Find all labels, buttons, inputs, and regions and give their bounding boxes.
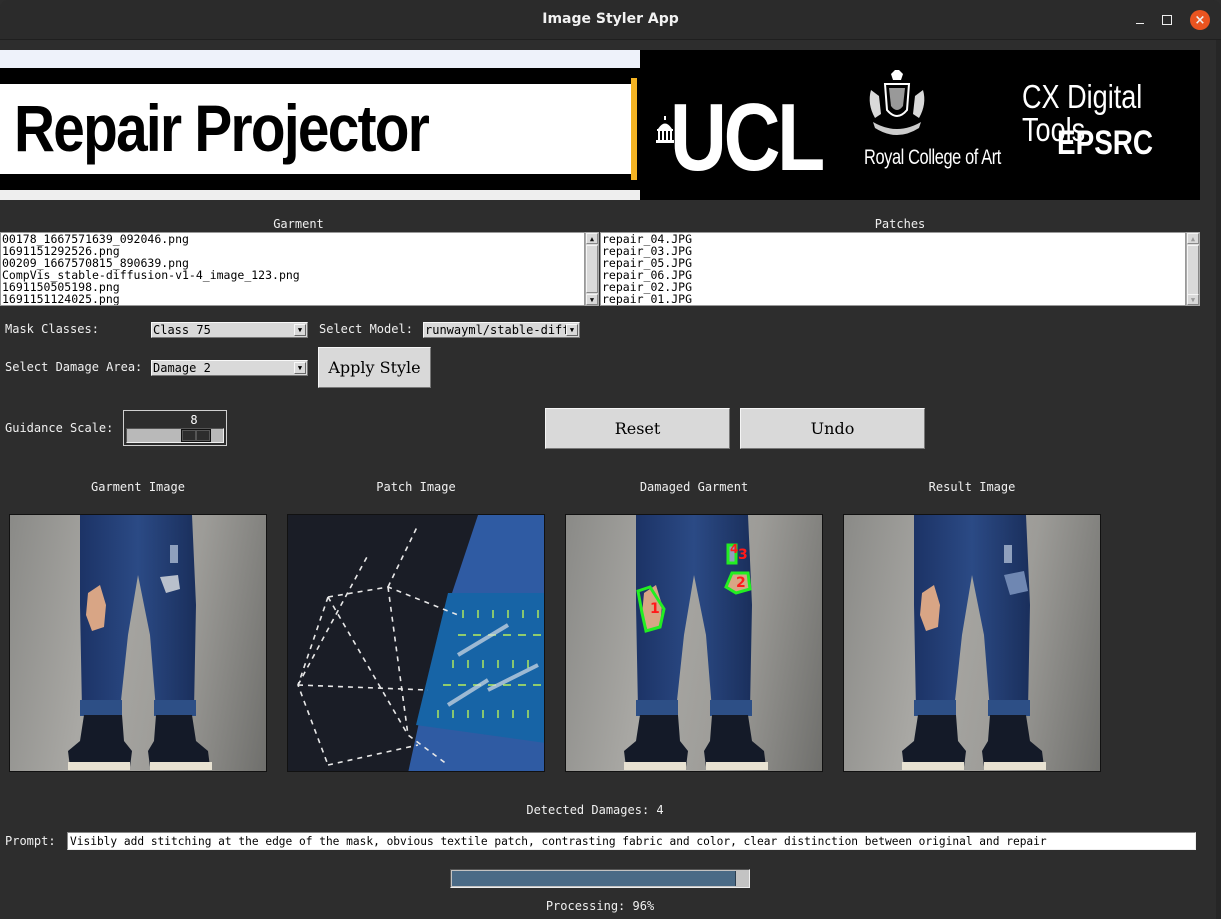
rca-logo-text: Royal College of Art (864, 146, 1001, 169)
list-item[interactable]: 1691151124025.png (1, 293, 584, 305)
scroll-down-arrow-icon[interactable]: ▼ (586, 294, 598, 305)
progress-fill (452, 871, 736, 886)
header-banner: Repair Projector UCL Royal College of Ar… (0, 50, 1200, 200)
banner-title: Repair Projector (14, 91, 430, 165)
processing-status-text: Processing: 96% (545, 899, 655, 913)
detected-damages-text: Detected Damages: 4 (526, 803, 664, 817)
window-titlebar: Image Styler App × (0, 0, 1221, 40)
list-item[interactable]: repair_01.JPG (601, 293, 1185, 305)
scroll-thumb[interactable] (586, 245, 598, 293)
damage-area-label: Select Damage Area: (5, 360, 143, 374)
result-image-label: Result Image (928, 480, 1016, 494)
banner-top-strip (0, 50, 640, 68)
patches-list-header: Patches (874, 217, 926, 231)
prompt-label: Prompt: (5, 834, 56, 848)
mask-classes-label: Mask Classes: (5, 322, 99, 336)
patch-image-label: Patch Image (376, 480, 456, 494)
undo-button[interactable]: Undo (740, 408, 925, 449)
processing-progress-bar (450, 869, 750, 888)
damage-marker-1: 1 (650, 601, 660, 617)
patch-illustration (288, 515, 544, 771)
window-title: Image Styler App (542, 11, 679, 27)
garment-listbox[interactable]: 00178_1667571639_092046.png 1691151292526… (0, 232, 585, 306)
chevron-down-icon[interactable]: ▼ (294, 324, 306, 336)
garment-list-scrollbar[interactable]: ▲ ▼ (585, 232, 599, 306)
banner-bottom-strip (0, 190, 640, 200)
damage-area-select[interactable]: Damage 2 ▼ (151, 360, 308, 376)
result-image (843, 514, 1101, 772)
epsrc-text: EPSRC (1057, 124, 1154, 162)
garment-list-header: Garment (273, 217, 324, 231)
guidance-scale-slider[interactable]: 8 (123, 410, 227, 446)
select-model-value: runwayml/stable-diff (425, 323, 570, 337)
result-jeans-illustration (902, 515, 1046, 770)
select-model-label: Select Model: (319, 322, 413, 336)
slider-handle[interactable] (181, 429, 211, 442)
mask-classes-value: Class 75 (153, 323, 211, 337)
scroll-up-arrow-icon[interactable]: ▲ (586, 233, 598, 244)
rca-cx-logo: Royal College of Art CX Digital Tools EP… (845, 50, 1200, 200)
royal-crest-icon (869, 70, 925, 135)
apply-style-button[interactable]: Apply Style (318, 347, 431, 388)
close-icon: × (1194, 12, 1206, 28)
patches-list-scrollbar[interactable]: ▲ ▼ (1186, 232, 1200, 306)
maximize-button[interactable] (1157, 10, 1177, 30)
damage-marker-2: 2 (736, 575, 746, 591)
jeans-illustration (68, 515, 212, 770)
prompt-input[interactable] (67, 832, 1196, 850)
patches-listbox[interactable]: repair_04.JPG repair_03.JPG repair_05.JPG r… (600, 232, 1186, 306)
reset-button[interactable]: Reset (545, 408, 730, 449)
guidance-scale-label: Guidance Scale: (5, 421, 114, 435)
window-right-edge (1216, 40, 1221, 919)
close-button[interactable]: × (1190, 10, 1210, 30)
banner-title-panel: Repair Projector (0, 50, 640, 200)
chevron-down-icon[interactable]: ▼ (566, 324, 578, 336)
ucl-logo-text: UCL (670, 84, 825, 191)
banner-gold-bar (631, 78, 637, 180)
scroll-thumb[interactable] (1187, 245, 1199, 295)
scroll-down-arrow-icon[interactable]: ▼ (1187, 294, 1199, 305)
garment-image (9, 514, 267, 772)
damaged-jeans-illustration: 1 2 3 4 (624, 515, 768, 770)
slider-trough[interactable] (126, 428, 224, 443)
minimize-button[interactable] (1130, 10, 1150, 30)
damage-marker-3: 3 (738, 547, 748, 563)
damaged-garment-image: 1 2 3 4 (565, 514, 823, 772)
scroll-up-arrow-icon[interactable]: ▲ (1187, 233, 1199, 244)
damage-marker-4: 4 (730, 542, 738, 556)
guidance-scale-value: 8 (190, 413, 198, 427)
mask-classes-select[interactable]: Class 75 ▼ (151, 322, 308, 338)
patch-image (287, 514, 545, 772)
garment-image-label: Garment Image (91, 480, 185, 494)
select-model-select[interactable]: runwayml/stable-diff ▼ (423, 322, 580, 338)
damaged-garment-label: Damaged Garment (639, 480, 749, 494)
chevron-down-icon[interactable]: ▼ (294, 362, 306, 374)
ucl-logo: UCL (640, 68, 845, 200)
damage-area-value: Damage 2 (153, 361, 211, 375)
